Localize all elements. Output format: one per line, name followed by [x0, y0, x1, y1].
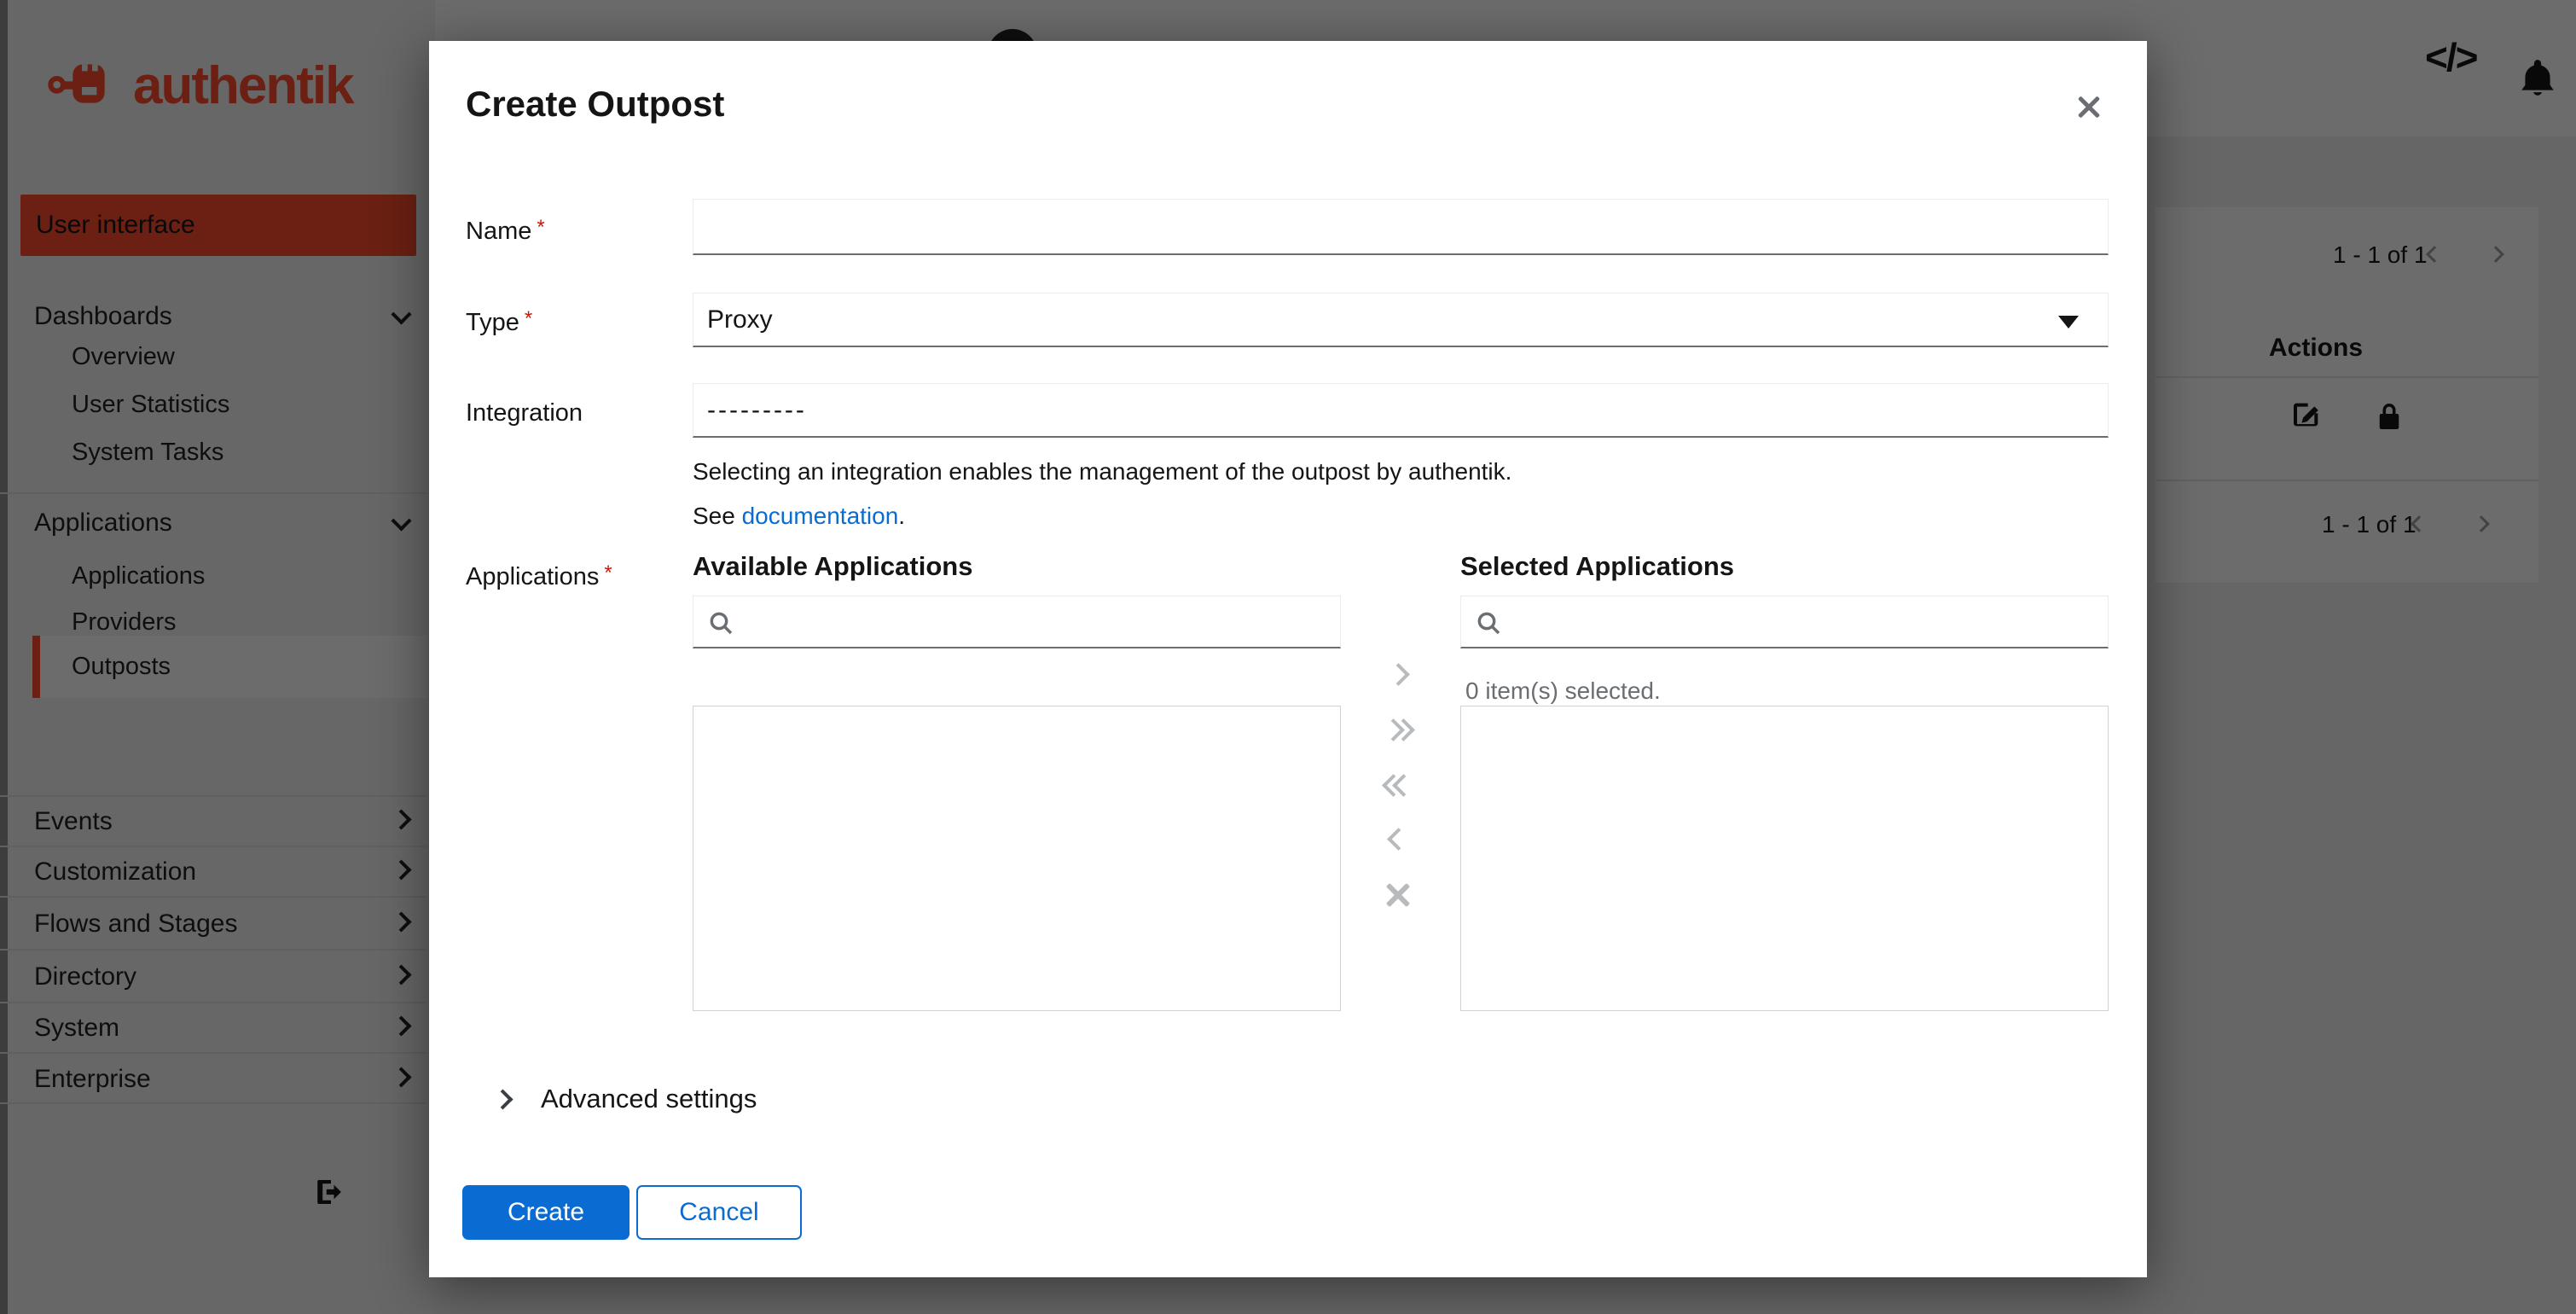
move-selected-left-button[interactable]	[1372, 820, 1424, 861]
required-marker: *	[604, 561, 612, 584]
close-icon[interactable]	[2072, 90, 2106, 125]
available-search	[693, 596, 1341, 648]
required-marker: *	[524, 307, 533, 330]
move-selected-right-button[interactable]	[1372, 655, 1424, 696]
create-outpost-modal: Create Outpost Name * Type * Proxy Integra…	[429, 41, 2147, 1277]
caret-down-icon	[2058, 316, 2079, 328]
advanced-settings-toggle[interactable]: Advanced settings	[492, 1084, 757, 1114]
available-applications-title: Available Applications	[693, 551, 973, 581]
available-applications-listbox[interactable]	[693, 706, 1341, 1011]
applications-label: Applications *	[466, 561, 612, 590]
selected-applications-title: Selected Applications	[1460, 551, 1734, 581]
documentation-link[interactable]: documentation	[742, 503, 899, 529]
type-select[interactable]: Proxy	[693, 293, 2109, 347]
name-label: Name *	[466, 216, 545, 245]
name-field[interactable]	[693, 199, 2109, 255]
modal-title: Create Outpost	[466, 84, 725, 124]
create-button[interactable]: Create	[462, 1185, 629, 1240]
type-label: Type *	[466, 307, 533, 336]
integration-select[interactable]: ---------	[693, 383, 2109, 438]
required-marker: *	[537, 216, 545, 239]
selected-search	[1460, 596, 2109, 648]
available-search-input[interactable]	[693, 596, 1340, 647]
integration-label: Integration	[466, 399, 583, 427]
clear-selection-button[interactable]	[1372, 875, 1424, 916]
selected-search-input[interactable]	[1461, 596, 2108, 647]
chevron-right-icon	[492, 1088, 513, 1110]
admin-page: </> 1 - 1 of 1 Actions 1 - 1 of 1	[0, 0, 2576, 1314]
selected-count-status: 0 item(s) selected.	[1465, 677, 1661, 704]
integration-select-value: ---------	[707, 395, 807, 424]
documentation-hint: See documentation.	[693, 503, 906, 529]
move-all-left-button[interactable]	[1372, 766, 1424, 807]
integration-help-text: Selecting an integration enables the man…	[693, 458, 1512, 485]
move-all-right-button[interactable]	[1372, 711, 1424, 752]
selected-applications-listbox[interactable]	[1460, 706, 2109, 1011]
type-select-value: Proxy	[707, 305, 773, 334]
cancel-button[interactable]: Cancel	[636, 1185, 802, 1240]
